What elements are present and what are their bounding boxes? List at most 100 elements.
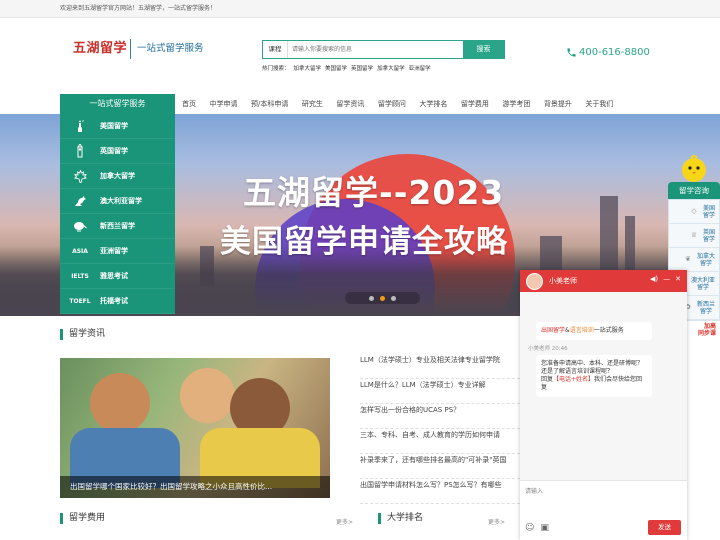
maple-leaf-icon bbox=[60, 169, 100, 183]
top-welcome-bar: 欢迎来到五湖留学官方网站！五湖留学，一站式留学服务！ bbox=[0, 0, 720, 18]
emoji-icon[interactable]: ☺ bbox=[525, 523, 534, 533]
phone-icon bbox=[567, 48, 576, 57]
consult-link-canada[interactable]: ❦ 加拿大 留学 bbox=[669, 248, 719, 272]
nav-fees[interactable]: 留学费用 bbox=[461, 94, 489, 114]
toefl-text-icon: TOEFL bbox=[69, 297, 91, 305]
chat-input-area[interactable]: 请输入 ☺ ▣ 发送 bbox=[520, 480, 687, 540]
hot-search: 热门搜索： 加拿大留学 美国留学 英国留学 加拿大留学 亚洲留学 bbox=[262, 64, 435, 72]
news-item[interactable]: 怎样写出一份合格的UCAS PS？ bbox=[360, 404, 525, 429]
kiwi-bird-icon bbox=[60, 220, 100, 232]
nav-about[interactable]: 关于我们 bbox=[585, 94, 613, 114]
hot-search-link[interactable]: 亚洲留学 bbox=[409, 66, 431, 72]
chat-greeting-bubble: 出国留学&语言培训一站式服务 bbox=[536, 322, 652, 340]
search-input[interactable] bbox=[287, 41, 463, 58]
side-item-ielts[interactable]: IELTS 雅思考试 bbox=[60, 264, 175, 289]
speaker-icon[interactable]: ◀) bbox=[650, 275, 658, 283]
side-item-usa[interactable]: 美国留学 bbox=[60, 114, 175, 139]
consult-link-label: 澳大利亚 留学 bbox=[690, 276, 715, 291]
chat-tools: ☺ ▣ bbox=[525, 523, 549, 533]
consult-title[interactable]: 留学咨询 bbox=[668, 182, 720, 199]
chat-messages: 出国留学&语言培训一站式服务 小美老师 20:46 您准备申请高中、本科、还是研… bbox=[520, 292, 687, 480]
search-button[interactable]: 搜索 bbox=[463, 41, 504, 58]
chat-widget: 小美老师 ◀) — ✕ 出国留学&语言培训一站式服务 小美老师 20:46 您准… bbox=[520, 270, 687, 540]
news-item[interactable]: 补录季来了，还有哪些排名最高的"可补录"英国 bbox=[360, 454, 525, 479]
kangaroo-icon bbox=[60, 195, 100, 207]
close-icon[interactable]: ✕ bbox=[675, 275, 681, 283]
nav-high-school[interactable]: 中学申请 bbox=[210, 94, 238, 114]
consult-link-uk[interactable]: ♕ 英国 留学 bbox=[669, 224, 719, 248]
hotline[interactable]: 400-616-8800 bbox=[566, 47, 650, 58]
fees-section-title: 留学费用 bbox=[60, 513, 105, 524]
logo-divider bbox=[130, 39, 131, 59]
service-menu-title[interactable]: 一站式留学服务 bbox=[60, 94, 175, 114]
banner-headline: 五湖留学--2023 bbox=[243, 173, 505, 212]
ielts-text-icon: IELTS bbox=[71, 272, 89, 280]
side-item-label: 加拿大留学 bbox=[100, 172, 135, 180]
agent-avatar bbox=[526, 272, 543, 290]
send-button[interactable]: 发送 bbox=[648, 520, 681, 535]
highlight-text: 【电话+姓名】 bbox=[553, 376, 595, 383]
news-section-title: 留学资讯 bbox=[60, 329, 105, 340]
hot-search-link[interactable]: 英国留学 bbox=[351, 66, 373, 72]
side-item-canada[interactable]: 加拿大留学 bbox=[60, 164, 175, 189]
news-item[interactable]: 出国留学申请材料怎么写？PS怎么写？有哪些 bbox=[360, 479, 525, 504]
consult-link-label: 加拿大 留学 bbox=[696, 252, 715, 267]
chat-controls: ◀) — ✕ bbox=[650, 275, 681, 283]
site-logo[interactable]: 五湖留学 bbox=[73, 37, 127, 56]
slogan: 一站式留学服务 bbox=[137, 43, 204, 54]
photo-person bbox=[90, 373, 150, 433]
carousel-dot[interactable] bbox=[391, 295, 396, 301]
side-item-australia[interactable]: 澳大利亚留学 bbox=[60, 189, 175, 214]
featured-news-image[interactable]: 出国留学哪个国家比较好？出国留学攻略之小众且高性价比... bbox=[60, 358, 330, 498]
side-item-label: 英国留学 bbox=[100, 147, 128, 155]
chat-timestamp: 小美老师 20:46 bbox=[528, 346, 568, 352]
search-category-select[interactable]: 课程 bbox=[263, 41, 287, 58]
rank-more-link[interactable]: 更多> bbox=[488, 517, 505, 526]
news-item[interactable]: LLM是什么？LLM（法学硕士）专业详解 bbox=[360, 379, 525, 404]
side-item-new-zealand[interactable]: 新西兰留学 bbox=[60, 214, 175, 239]
carousel-dot[interactable] bbox=[369, 295, 374, 301]
image-icon[interactable]: ▣ bbox=[540, 523, 549, 533]
consult-link-label: 美国 留学 bbox=[702, 204, 715, 219]
nav-graduate[interactable]: 研究生 bbox=[302, 94, 323, 114]
hot-search-link[interactable]: 加拿大留学 bbox=[294, 66, 322, 72]
side-item-toefl[interactable]: TOEFL 托福考试 bbox=[60, 289, 175, 314]
mascot-chick-icon bbox=[668, 152, 720, 182]
crown-icon: ♕ bbox=[690, 231, 698, 239]
nav-rankings[interactable]: 大学排名 bbox=[419, 94, 447, 114]
chat-message-bubble: 您准备申请高中、本科、还是研博呢？ 还是了解语言培训课程呢？ 回复【电话+姓名】… bbox=[536, 355, 652, 397]
message-text: 一站式服务 bbox=[593, 327, 624, 334]
side-item-label: 托福考试 bbox=[100, 297, 128, 305]
fees-more-link[interactable]: 更多> bbox=[336, 517, 353, 526]
nav-study-tours[interactable]: 游学考团 bbox=[502, 94, 530, 114]
highlight-text: 语言培训 bbox=[569, 327, 594, 334]
photo-person bbox=[180, 368, 235, 423]
message-text: 您准备申请高中、本科、还是研博呢？ bbox=[541, 360, 644, 367]
side-item-asia[interactable]: ASIA 亚洲留学 bbox=[60, 239, 175, 264]
highlight-text: 出国留学 bbox=[541, 327, 566, 334]
banner-subheadline: 美国留学申请全攻略 bbox=[220, 224, 508, 260]
side-item-uk[interactable]: 英国留学 bbox=[60, 139, 175, 164]
side-item-label: 新西兰留学 bbox=[100, 222, 135, 230]
chat-header: 小美老师 ◀) — ✕ bbox=[520, 270, 687, 292]
chat-input-placeholder: 请输入 bbox=[525, 488, 544, 495]
nav-items: 首页 中学申请 预/本科申请 研究生 留学资讯 留学顾问 大学排名 留学费用 游… bbox=[182, 94, 627, 114]
news-item[interactable]: LLM（法学硕士）专业及相关法律专业留学院 bbox=[360, 354, 525, 379]
nav-background[interactable]: 背景提升 bbox=[544, 94, 572, 114]
minimize-icon[interactable]: — bbox=[663, 275, 670, 283]
featured-news-caption[interactable]: 出国留学哪个国家比较好？出国留学攻略之小众且高性价比... bbox=[60, 476, 330, 498]
nav-undergrad[interactable]: 预/本科申请 bbox=[251, 94, 288, 114]
nav-home[interactable]: 首页 bbox=[182, 94, 196, 114]
news-item[interactable]: 三本、专科、自考、成人教育的学历如何申请 bbox=[360, 429, 525, 454]
carousel-dot-active[interactable] bbox=[380, 295, 385, 301]
side-item-label: 亚洲留学 bbox=[100, 247, 128, 255]
header: 五湖留学 一站式留学服务 课程 搜索 热门搜索：加拿大留学美国留学英国留学加拿大… bbox=[0, 18, 720, 94]
carousel-indicators bbox=[345, 292, 420, 304]
phone-number: 400-616-8800 bbox=[579, 47, 650, 58]
hot-search-link[interactable]: 加拿大留学 bbox=[377, 66, 405, 72]
consult-link-usa[interactable]: ◇ 美国 留学 bbox=[669, 200, 719, 224]
nav-news[interactable]: 留学资讯 bbox=[336, 94, 364, 114]
consult-link-label: 英国 留学 bbox=[702, 228, 715, 243]
hot-search-link[interactable]: 美国留学 bbox=[325, 66, 347, 72]
nav-advisors[interactable]: 留学顾问 bbox=[378, 94, 406, 114]
